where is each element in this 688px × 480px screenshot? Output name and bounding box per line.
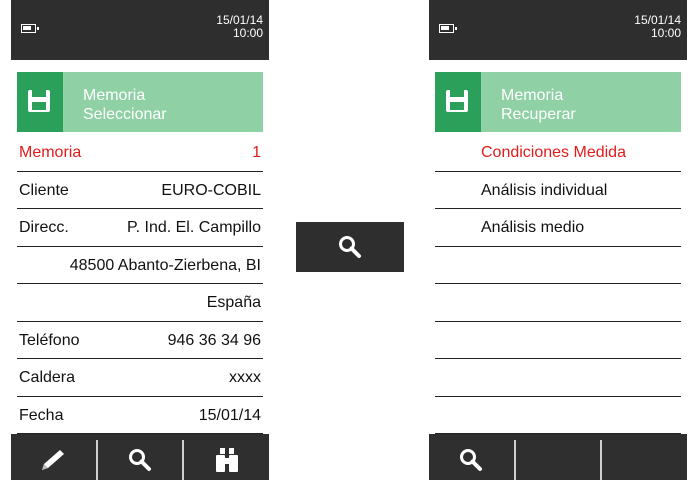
header-line1: Memoria bbox=[83, 87, 146, 104]
time-text: 10:00 bbox=[232, 26, 263, 40]
pencil-icon bbox=[42, 450, 65, 470]
header-line2: Recuperar bbox=[501, 106, 576, 123]
field-value: EURO-COBIL bbox=[161, 181, 261, 199]
memory-fields-list: Memoria 1 Cliente EURO-COBIL Direcc. P. … bbox=[17, 134, 263, 434]
field-label: Memoria bbox=[19, 144, 82, 161]
field-value: 946 36 34 96 bbox=[167, 331, 261, 349]
list-item-analisis-medio[interactable]: Análisis medio bbox=[435, 209, 681, 247]
device-memory-recall: 15/01/14 10:00 Memoria Recuperar Condici… bbox=[429, 0, 687, 480]
field-row-caldera[interactable]: Caldera xxxx bbox=[17, 359, 263, 397]
binoculars-softkey[interactable] bbox=[184, 440, 269, 480]
header-title: Memoria Recuperar bbox=[481, 72, 681, 132]
field-row-address-line2[interactable]: 48500 Abanto-Zierbena, BI bbox=[17, 247, 263, 284]
list-item-empty bbox=[435, 284, 681, 322]
screen: Memoria Seleccionar Memoria 1 Cliente EU… bbox=[11, 60, 269, 434]
header-line2: Seleccionar bbox=[83, 106, 167, 123]
empty-softkey[interactable] bbox=[602, 440, 687, 480]
edit-softkey[interactable] bbox=[11, 440, 98, 480]
field-row-address-line3[interactable]: España bbox=[17, 284, 263, 322]
empty-softkey[interactable] bbox=[515, 440, 603, 480]
list-item-empty bbox=[435, 359, 681, 397]
search-softkey[interactable] bbox=[97, 440, 185, 480]
search-button[interactable] bbox=[296, 222, 404, 272]
header-title: Memoria Seleccionar bbox=[63, 72, 263, 132]
datetime: 15/01/14 10:00 bbox=[216, 14, 263, 40]
search-softkey[interactable] bbox=[429, 440, 516, 480]
magnifier-icon bbox=[339, 236, 361, 258]
recall-options-list: Condiciones Medida Análisis individual A… bbox=[435, 134, 681, 434]
datetime: 15/01/14 10:00 bbox=[634, 14, 681, 40]
field-value: 15/01/14 bbox=[198, 406, 261, 424]
battery-icon bbox=[21, 24, 39, 33]
time-text: 10:00 bbox=[650, 26, 681, 40]
field-value: P. Ind. El. Campillo bbox=[127, 219, 261, 236]
field-value: 1 bbox=[252, 144, 261, 161]
list-item-condiciones-medida[interactable]: Condiciones Medida bbox=[435, 134, 681, 172]
softkey-bar bbox=[11, 440, 269, 480]
device-memory-select: 15/01/14 10:00 Memoria Seleccionar Memor… bbox=[11, 0, 269, 480]
battery-icon bbox=[439, 24, 457, 33]
field-label: Cliente bbox=[19, 181, 69, 199]
field-row-direccion[interactable]: Direcc. P. Ind. El. Campillo bbox=[17, 209, 263, 247]
field-label: Direcc. bbox=[19, 219, 69, 236]
magnifier-icon bbox=[129, 449, 151, 471]
list-item-empty bbox=[435, 397, 681, 434]
list-item-analisis-individual[interactable]: Análisis individual bbox=[435, 172, 681, 209]
field-row-cliente[interactable]: Cliente EURO-COBIL bbox=[17, 172, 263, 209]
field-value: xxxx bbox=[229, 369, 261, 386]
screen: Memoria Recuperar Condiciones Medida Aná… bbox=[429, 60, 687, 434]
binoculars-icon bbox=[215, 448, 238, 472]
list-item-empty bbox=[435, 247, 681, 284]
field-row-memoria[interactable]: Memoria 1 bbox=[17, 134, 263, 172]
field-row-fecha[interactable]: Fecha 15/01/14 bbox=[17, 397, 263, 434]
field-value: España bbox=[206, 294, 261, 311]
list-item-empty bbox=[435, 322, 681, 359]
field-label: Caldera bbox=[19, 369, 76, 386]
field-label: Teléfono bbox=[19, 331, 80, 349]
status-bar: 15/01/14 10:00 bbox=[429, 0, 687, 52]
header-line1: Memoria bbox=[501, 87, 564, 104]
field-row-telefono[interactable]: Teléfono 946 36 34 96 bbox=[17, 322, 263, 359]
menu-header: Memoria Seleccionar bbox=[17, 72, 263, 132]
field-value: 48500 Abanto-Zierbena, BI bbox=[69, 256, 261, 274]
floppy-disk-icon bbox=[17, 72, 61, 132]
menu-header: Memoria Recuperar bbox=[435, 72, 681, 132]
softkey-bar bbox=[429, 440, 687, 480]
floppy-disk-icon bbox=[435, 72, 479, 132]
field-label: Fecha bbox=[19, 406, 64, 424]
magnifier-icon bbox=[460, 449, 483, 471]
status-bar: 15/01/14 10:00 bbox=[11, 0, 269, 52]
